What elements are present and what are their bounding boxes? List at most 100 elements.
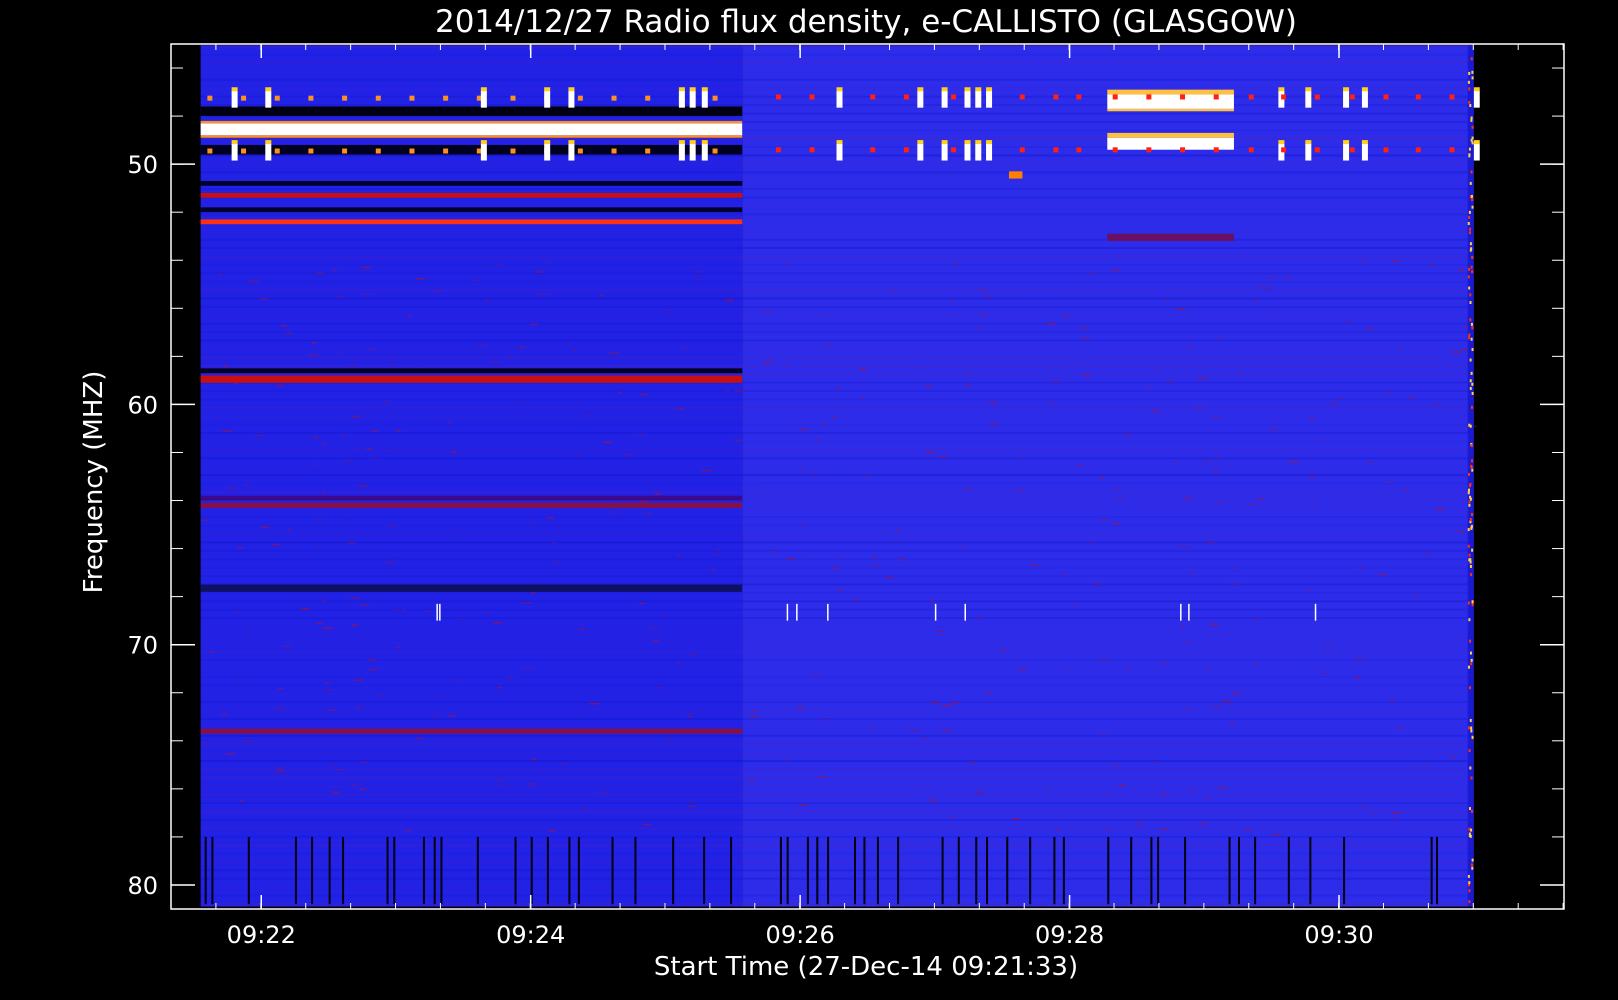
- noise-dash: [1266, 307, 1269, 309]
- edge-speck: [1468, 900, 1471, 904]
- burst-spike-edge: [1343, 87, 1350, 92]
- noise-dash: [329, 764, 334, 766]
- flux-band-11: [200, 495, 743, 501]
- noise-row: [200, 844, 1474, 847]
- noise-dash: [925, 367, 928, 369]
- interference-tick: [1188, 603, 1190, 621]
- noise-dash: [975, 617, 982, 619]
- noise-dash: [362, 266, 371, 268]
- flux-band-19: [1107, 132, 1234, 138]
- noise-dash: [979, 289, 986, 291]
- edge-speck: [1469, 293, 1472, 297]
- noise-dash: [1240, 372, 1243, 374]
- noise-dash: [1354, 676, 1360, 678]
- edge-speck: [1469, 483, 1472, 487]
- noise-dash: [1212, 469, 1219, 471]
- noise-dash: [337, 768, 343, 771]
- noise-dash: [1389, 700, 1396, 702]
- noise-dash: [313, 354, 318, 356]
- edge-speck: [1467, 275, 1470, 279]
- noise-dash: [387, 450, 391, 452]
- noise-dash: [609, 352, 619, 354]
- noise-row: [200, 448, 1474, 451]
- interference-tick: [964, 603, 966, 621]
- burst-spike-edge: [975, 140, 982, 145]
- noise-dash: [390, 362, 395, 365]
- noise-dash: [1252, 299, 1258, 302]
- noise-row: [200, 575, 1474, 578]
- noise-dash: [677, 554, 682, 557]
- periodic-dot: [308, 148, 314, 154]
- red-dot: [1449, 94, 1455, 100]
- noise-dash: [870, 728, 873, 730]
- red-dot: [775, 147, 781, 153]
- noise-dash: [871, 564, 879, 566]
- periodic-dot: [308, 95, 314, 101]
- data-gap: [1053, 836, 1056, 905]
- noise-dash: [697, 278, 701, 281]
- noise-dash: [1231, 583, 1242, 586]
- burst-spike: [1305, 143, 1312, 161]
- noise-dash: [1391, 819, 1397, 822]
- noise-dash: [1229, 722, 1236, 725]
- burst-spike-edge: [544, 87, 551, 92]
- red-dot: [1019, 147, 1025, 153]
- noise-dash: [1306, 589, 1311, 592]
- noise-dash: [516, 400, 519, 403]
- noise-row: [200, 617, 1474, 620]
- red-dot: [1415, 94, 1421, 100]
- burst-spike-edge: [544, 140, 551, 145]
- noise-dash: [447, 715, 456, 717]
- noise-dash: [817, 776, 828, 778]
- burst-spike-edge: [1473, 140, 1480, 145]
- edge-speck: [1470, 371, 1473, 375]
- noise-dash: [1321, 671, 1329, 674]
- edge-speck: [1470, 526, 1473, 530]
- noise-dash: [277, 687, 284, 690]
- noise-row: [200, 633, 1474, 636]
- noise-dash: [521, 602, 532, 604]
- noise-row: [200, 272, 1474, 275]
- burst-spike-edge: [701, 87, 708, 92]
- data-gap: [211, 836, 214, 905]
- noise-dash: [929, 600, 935, 603]
- noise-dash: [221, 713, 228, 716]
- noise-dash: [984, 296, 992, 299]
- noise-dash: [285, 332, 293, 334]
- noise-dash: [359, 788, 366, 791]
- noise-row: [200, 835, 1474, 838]
- noise-dash: [1258, 284, 1263, 287]
- noise-dash: [1150, 761, 1159, 763]
- flux-band-0: [200, 106, 743, 117]
- edge-speck: [1469, 386, 1472, 390]
- periodic-dot: [712, 148, 718, 154]
- burst-spike: [917, 143, 924, 161]
- noise-row: [200, 541, 1474, 544]
- noise-row: [200, 305, 1474, 308]
- noise-dash: [949, 314, 952, 316]
- noise-row: [200, 675, 1474, 678]
- data-gap: [530, 836, 533, 905]
- data-gap: [806, 836, 809, 905]
- noise-dash: [1161, 661, 1167, 664]
- noise-dash: [1146, 385, 1150, 388]
- data-gap: [204, 836, 207, 905]
- noise-dash: [378, 693, 384, 696]
- red-dot: [870, 147, 876, 153]
- burst-spike-edge: [836, 87, 843, 92]
- noise-dash: [638, 433, 645, 436]
- data-gap: [703, 836, 706, 905]
- burst-spike: [836, 90, 843, 108]
- noise-dash: [450, 451, 457, 454]
- edge-speck: [1468, 210, 1471, 214]
- noise-dash: [1117, 498, 1123, 500]
- noise-dash: [1391, 812, 1402, 814]
- edge-speck: [1470, 513, 1473, 517]
- noise-dash: [543, 261, 547, 263]
- noise-dash: [396, 430, 401, 432]
- edge-speck: [1471, 136, 1474, 140]
- noise-row: [200, 398, 1474, 401]
- noise-dash: [537, 293, 546, 296]
- noise-dash: [209, 651, 214, 654]
- burst-spike-edge: [1361, 87, 1368, 92]
